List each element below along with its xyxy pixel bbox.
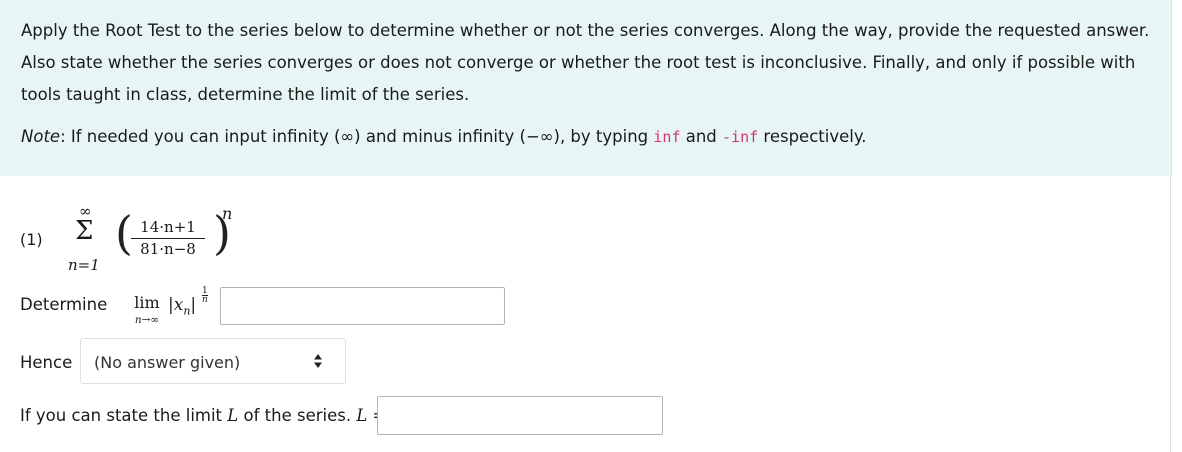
note-label: Note [21, 127, 61, 146]
abs-open: |x [168, 295, 184, 315]
power-fraction: 1 n [202, 287, 208, 305]
series-limit-input[interactable] [377, 396, 663, 435]
lim-text: lim [134, 293, 160, 312]
exponent: n [222, 204, 233, 223]
series-expression: (1) ∞ Σ n=1 ( 14·n+1 81·n−8 ) n [20, 198, 250, 278]
question-intro: Apply the Root Test to the series below … [21, 21, 1150, 104]
limit-statement: If you can state the limit L of the seri… [20, 406, 386, 425]
limit-symbol-1: L [227, 406, 239, 425]
limit-text-1: If you can state the limit [20, 406, 228, 425]
limit-symbol-2: L [356, 406, 368, 425]
pow-den: n [202, 295, 208, 305]
question-note: Note: If needed you can input infinity (… [21, 121, 1156, 153]
lim-subscript: n→∞ [134, 314, 160, 326]
note-text-1: : If needed you can input infinity (∞) a… [60, 127, 654, 146]
note-text-3: respectively. [758, 127, 867, 146]
select-value: (No answer given) [94, 353, 241, 372]
root-limit-input[interactable] [220, 287, 505, 325]
question-panel: Apply the Root Test to the series below … [0, 0, 1172, 176]
part-label: (1) [20, 230, 43, 249]
abs-close: | [190, 295, 197, 315]
updown-arrow-icon [314, 354, 322, 368]
limit-operator: lim n→∞ [130, 293, 164, 326]
abs-xn: |xn| [168, 295, 196, 317]
denominator: 81·n−8 [140, 240, 196, 258]
sigma-symbol: Σ [75, 216, 94, 246]
right-border [1170, 176, 1171, 452]
neginf-code: -inf [722, 128, 759, 146]
inf-code: inf [653, 128, 681, 146]
limit-text-2: of the series. [238, 406, 357, 425]
fraction: 14·n+1 81·n−8 [131, 218, 205, 258]
convergence-select[interactable]: (No answer given) [80, 338, 346, 384]
hence-label: Hence [20, 353, 73, 372]
numerator: 14·n+1 [131, 218, 205, 239]
determine-label: Determine [20, 295, 108, 314]
summation: ∞ Σ n=1 [68, 202, 108, 274]
note-text-2: and [680, 127, 723, 146]
sum-lower-limit: n=1 [68, 256, 100, 274]
